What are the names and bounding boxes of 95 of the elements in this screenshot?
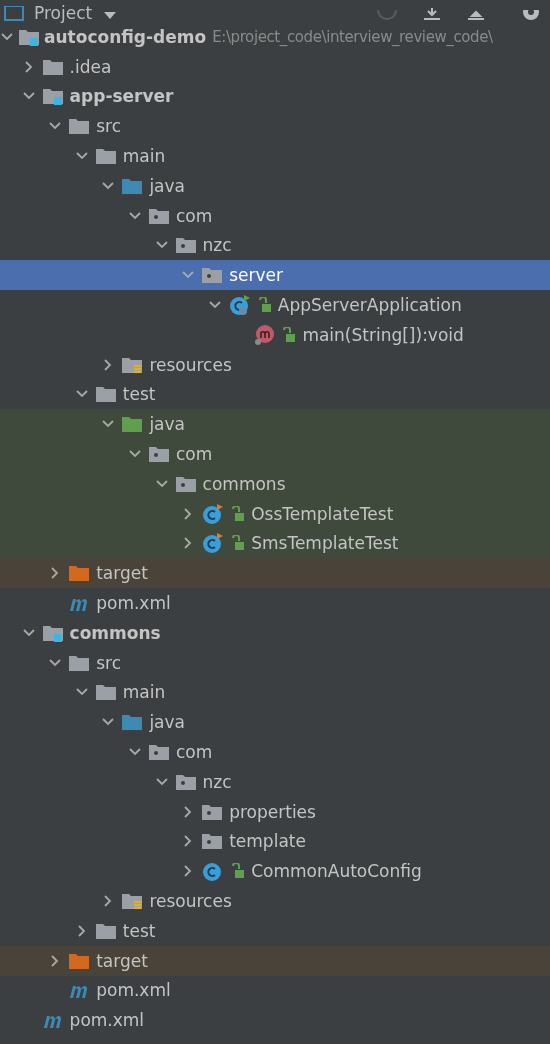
tree-row[interactable]: .idea [0, 51, 550, 82]
item-label: CommonAutoConfig [251, 861, 422, 882]
spring-class-icon [227, 294, 252, 317]
package-icon [148, 742, 170, 762]
item-label: properties [229, 801, 316, 822]
item-label: nzc [202, 235, 232, 256]
tree-row[interactable]: autoconfig-demo E:\project_code\interview_review_code\ [0, 22, 550, 52]
tree-row[interactable]: pom.xml [0, 975, 550, 1006]
tree-row[interactable]: pom.xml [0, 588, 550, 618]
tree-row[interactable]: com [0, 200, 550, 231]
tree-row[interactable]: commons [0, 468, 550, 499]
tree-row[interactable]: java [0, 707, 550, 738]
tree-row[interactable]: src [0, 647, 550, 678]
item-label: pom.xml [96, 980, 171, 1001]
tree-row[interactable]: pom.xml [0, 1005, 550, 1036]
module-folder-icon [41, 86, 64, 107]
folder-icon [94, 682, 117, 703]
item-label: pom.xml [96, 593, 171, 614]
tree-row[interactable]: OssTemplateTest [0, 498, 550, 529]
item-label: java [149, 414, 185, 435]
item-label: resources [149, 354, 232, 375]
item-label: commons [69, 622, 161, 643]
item-label: java [149, 175, 185, 196]
package-icon [148, 444, 170, 465]
resources-folder-icon [121, 891, 144, 911]
tree-row[interactable]: template [0, 826, 550, 857]
tree-row[interactable]: resources [0, 349, 550, 380]
folder-icon [68, 563, 91, 584]
item-label: template [229, 831, 306, 852]
tree-row[interactable]: nzc [0, 230, 550, 261]
item-label: app-server [69, 86, 174, 107]
package-icon [201, 831, 224, 852]
package-icon [174, 235, 197, 256]
tree-row[interactable]: commons [0, 617, 550, 648]
item-label: java [149, 712, 185, 733]
item-label: resources [149, 891, 232, 911]
item-label: src [96, 652, 121, 673]
lock-icon [231, 535, 246, 552]
tree-row[interactable]: main [0, 677, 550, 708]
collapse-all-icon[interactable] [466, 8, 486, 22]
expand-all-icon[interactable] [422, 8, 442, 22]
item-label: OssTemplateTest [251, 503, 394, 524]
item-label: test [122, 384, 156, 405]
method-icon [254, 323, 277, 346]
item-label: pom.xml [69, 1010, 145, 1031]
tree-row[interactable]: app-server [0, 81, 550, 112]
tree-row[interactable]: target [0, 558, 550, 589]
tree-row[interactable]: com [0, 737, 550, 767]
item-label: autoconfig-demo [44, 26, 207, 47]
folder-icon [121, 712, 144, 733]
tree-row[interactable]: java [0, 409, 550, 440]
tree-row[interactable]: server [0, 260, 550, 291]
item-label: target [96, 563, 148, 584]
tree-row[interactable]: src [0, 111, 550, 142]
package-icon [201, 265, 224, 286]
lock-icon [257, 297, 272, 314]
tree-row[interactable]: resources [0, 886, 550, 916]
item-label: .idea [69, 56, 112, 77]
project-icon [4, 6, 24, 22]
tree-row[interactable]: target [0, 945, 550, 976]
item-label: AppServerApplication [277, 295, 462, 316]
item-label: main [122, 682, 166, 703]
item-label: src [96, 116, 121, 137]
item-label: nzc [202, 771, 232, 792]
panel-title[interactable]: Project [34, 4, 93, 22]
tree-row[interactable]: CommonAutoConfig [0, 856, 550, 887]
folder-icon [94, 384, 117, 405]
folder-icon [121, 414, 144, 435]
tree-row[interactable]: test [0, 379, 550, 410]
tree-row[interactable]: main [0, 141, 550, 171]
item-label: commons [202, 473, 286, 494]
tree-row[interactable]: AppServerApplication [0, 290, 550, 320]
folder-icon [94, 146, 117, 167]
item-label: SmsTemplateTest [251, 533, 399, 554]
tree-row[interactable]: SmsTemplateTest [0, 528, 550, 559]
tree-row[interactable]: test [0, 915, 550, 946]
folder-icon [68, 116, 91, 137]
settings-icon[interactable] [520, 10, 542, 22]
item-label: com [176, 742, 213, 762]
item-label: main(String[]):void [302, 324, 464, 345]
item-label: target [96, 950, 148, 971]
tree-row[interactable]: java [0, 171, 550, 201]
item-label: com [176, 444, 213, 465]
path-hint: E:\project_code\interview_review_code\ [212, 27, 493, 46]
tree-row[interactable]: properties [0, 796, 550, 827]
item-label: main [122, 146, 166, 167]
tree-row[interactable]: nzc [0, 766, 550, 797]
tree-row[interactable]: com [0, 439, 550, 469]
item-label: test [122, 920, 156, 941]
item-label: server [229, 265, 283, 286]
lock-icon [231, 863, 246, 880]
lock-icon [231, 505, 246, 522]
item-label: com [176, 205, 213, 226]
lock-icon [282, 326, 297, 343]
tree-row[interactable]: main(String[]):void [0, 319, 550, 350]
